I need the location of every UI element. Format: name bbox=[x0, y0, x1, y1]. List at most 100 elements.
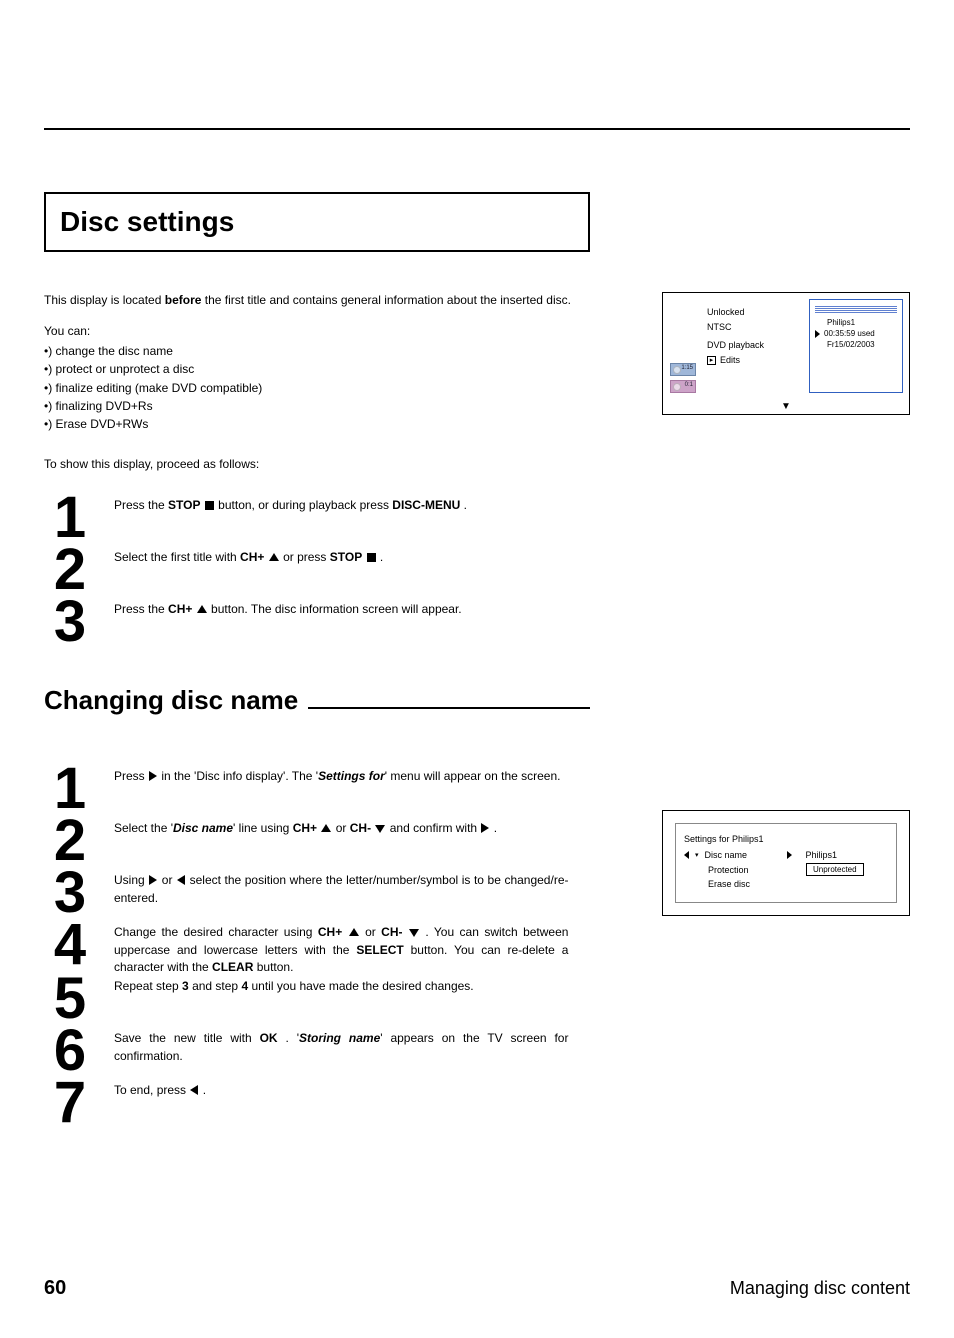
right-icon bbox=[149, 771, 157, 781]
osd-status: Unlocked NTSC DVD playback ▸ Edits bbox=[703, 293, 807, 399]
bullet-list: •) change the disc name •) protect or un… bbox=[44, 343, 640, 434]
step-row: 7 To end, press . bbox=[44, 1074, 568, 1132]
text: or bbox=[332, 821, 349, 835]
text: or press bbox=[280, 550, 330, 564]
button-label: CH+ bbox=[293, 821, 317, 835]
hatch-decoration bbox=[815, 306, 897, 313]
step-row: 5 Repeat step 3 and step 4 until you hav… bbox=[44, 970, 568, 1028]
step-row: 3 Press the CH+ button. The disc informa… bbox=[44, 593, 568, 651]
text: Press bbox=[114, 769, 148, 783]
text: Press the bbox=[114, 602, 168, 616]
text: Select the first title with bbox=[114, 550, 240, 564]
step-number: 3 bbox=[44, 593, 96, 651]
text: . ' bbox=[278, 1031, 299, 1045]
toshow: To show this display, proceed as follows… bbox=[44, 456, 640, 473]
up-icon bbox=[197, 605, 207, 613]
text: 00:35:59 used bbox=[824, 329, 875, 338]
button-label: CH+ bbox=[168, 602, 192, 616]
stop-icon bbox=[367, 553, 376, 562]
text: Fr15/02/2003 bbox=[827, 340, 875, 349]
text: and step bbox=[189, 979, 242, 993]
chapter-title: Managing disc content bbox=[730, 1278, 910, 1299]
em-text: Storing name bbox=[299, 1031, 380, 1045]
list-item: •) change the disc name bbox=[44, 343, 640, 360]
list-item: •) protect or unprotect a disc bbox=[44, 361, 640, 378]
osd-text: Fr15/02/2003 bbox=[815, 340, 897, 349]
text: Save the new title with bbox=[114, 1031, 260, 1045]
osd-text: Philips1 bbox=[815, 318, 897, 327]
step-text: Press the CH+ button. The disc informati… bbox=[114, 593, 568, 618]
osd-label: Erase disc bbox=[708, 879, 784, 889]
list-item: •) finalize editing (make DVD compatible… bbox=[44, 380, 640, 397]
rule bbox=[308, 707, 589, 709]
text: button, or during playback press bbox=[215, 498, 392, 512]
step-text: Press in the 'Disc info display'. The 'S… bbox=[114, 760, 568, 785]
osd-info-panel: Philips1 00:35:59 used Fr15/02/2003 bbox=[809, 299, 903, 393]
text: ' menu will appear on the screen. bbox=[385, 769, 561, 783]
text: the first title and contains general inf… bbox=[201, 293, 571, 307]
text: To end, press bbox=[114, 1083, 189, 1097]
thumb-label: 1:15 bbox=[681, 365, 693, 371]
text: and confirm with bbox=[386, 821, 480, 835]
button-label: DISC-MENU bbox=[392, 498, 460, 512]
list-item: •) finalizing DVD+Rs bbox=[44, 398, 640, 415]
text: . bbox=[377, 550, 384, 564]
osd-text: DVD playback bbox=[707, 340, 803, 350]
left-icon bbox=[177, 875, 185, 885]
osd-label: Protection bbox=[708, 865, 784, 875]
step-row: 1 Press in the 'Disc info display'. The … bbox=[44, 760, 568, 818]
down-icon bbox=[409, 929, 419, 937]
osd-value: Philips1 bbox=[806, 850, 838, 860]
step-row: 1 Press the STOP button, or during playb… bbox=[44, 489, 568, 547]
text: or bbox=[158, 873, 176, 887]
up-icon bbox=[269, 553, 279, 561]
step-text: Repeat step 3 and step 4 until you have … bbox=[114, 970, 568, 995]
list-item: •) Erase DVD+RWs bbox=[44, 416, 640, 433]
right-icon bbox=[149, 875, 157, 885]
step-text: Select the first title with CH+ or press… bbox=[114, 541, 568, 566]
osd-disc-info: 1:15 0:1 Unlocked NTSC DVD playback ▸ Edi… bbox=[662, 292, 910, 415]
right-arrow-icon bbox=[787, 851, 792, 859]
osd-label: Disc name bbox=[705, 850, 781, 860]
osd-row: Erase disc bbox=[684, 879, 888, 889]
osd-row: Protection Unprotected bbox=[684, 863, 888, 876]
text: button. The disc information screen will… bbox=[208, 602, 462, 616]
text: Philips1 bbox=[827, 318, 855, 327]
text: This display is located bbox=[44, 293, 165, 307]
button-label: CH- bbox=[381, 925, 402, 939]
edits-icon: ▸ bbox=[707, 356, 716, 365]
text: Repeat step bbox=[114, 979, 182, 993]
osd-thumbs: 1:15 0:1 bbox=[663, 293, 703, 399]
text: ' line using bbox=[233, 821, 293, 835]
osd-text: ▸ Edits bbox=[707, 355, 803, 365]
button-label: CH+ bbox=[240, 550, 264, 564]
text: until you have made the desired changes. bbox=[248, 979, 473, 993]
text: or bbox=[360, 925, 382, 939]
text-bold: before bbox=[165, 293, 202, 307]
text: . bbox=[460, 498, 467, 512]
intro-para: This display is located before the first… bbox=[44, 292, 640, 309]
osd-text: NTSC bbox=[707, 322, 803, 332]
text: Edits bbox=[720, 355, 740, 365]
down-icon bbox=[375, 825, 385, 833]
text: in the 'Disc info display'. The ' bbox=[158, 769, 318, 783]
step-row: 6 Save the new title with OK . 'Storing … bbox=[44, 1022, 568, 1080]
em-text: Settings for bbox=[318, 769, 385, 783]
down-arrow-icon: ▼ bbox=[663, 399, 909, 414]
button-label: CH+ bbox=[318, 925, 342, 939]
step-text: Using or select the position where the l… bbox=[114, 864, 568, 907]
thumb-icon: 0:1 bbox=[670, 380, 696, 393]
right-icon bbox=[481, 823, 489, 833]
osd-title: Settings for Philips1 bbox=[684, 834, 888, 844]
text: Change the desired character using bbox=[114, 925, 318, 939]
osd-text: Unlocked bbox=[707, 307, 803, 317]
subsection-heading: Changing disc name bbox=[44, 685, 590, 716]
step-text: Save the new title with OK . 'Storing na… bbox=[114, 1022, 568, 1065]
osd-row: ▾ Disc name Philips1 bbox=[684, 850, 888, 860]
em-text: Disc name bbox=[173, 821, 233, 835]
button-label: STOP bbox=[168, 498, 200, 512]
step-text: Press the STOP button, or during playbac… bbox=[114, 489, 568, 514]
section-title-box: Disc settings bbox=[44, 192, 590, 252]
page-number: 60 bbox=[44, 1277, 66, 1300]
button-label: CH- bbox=[350, 821, 371, 835]
